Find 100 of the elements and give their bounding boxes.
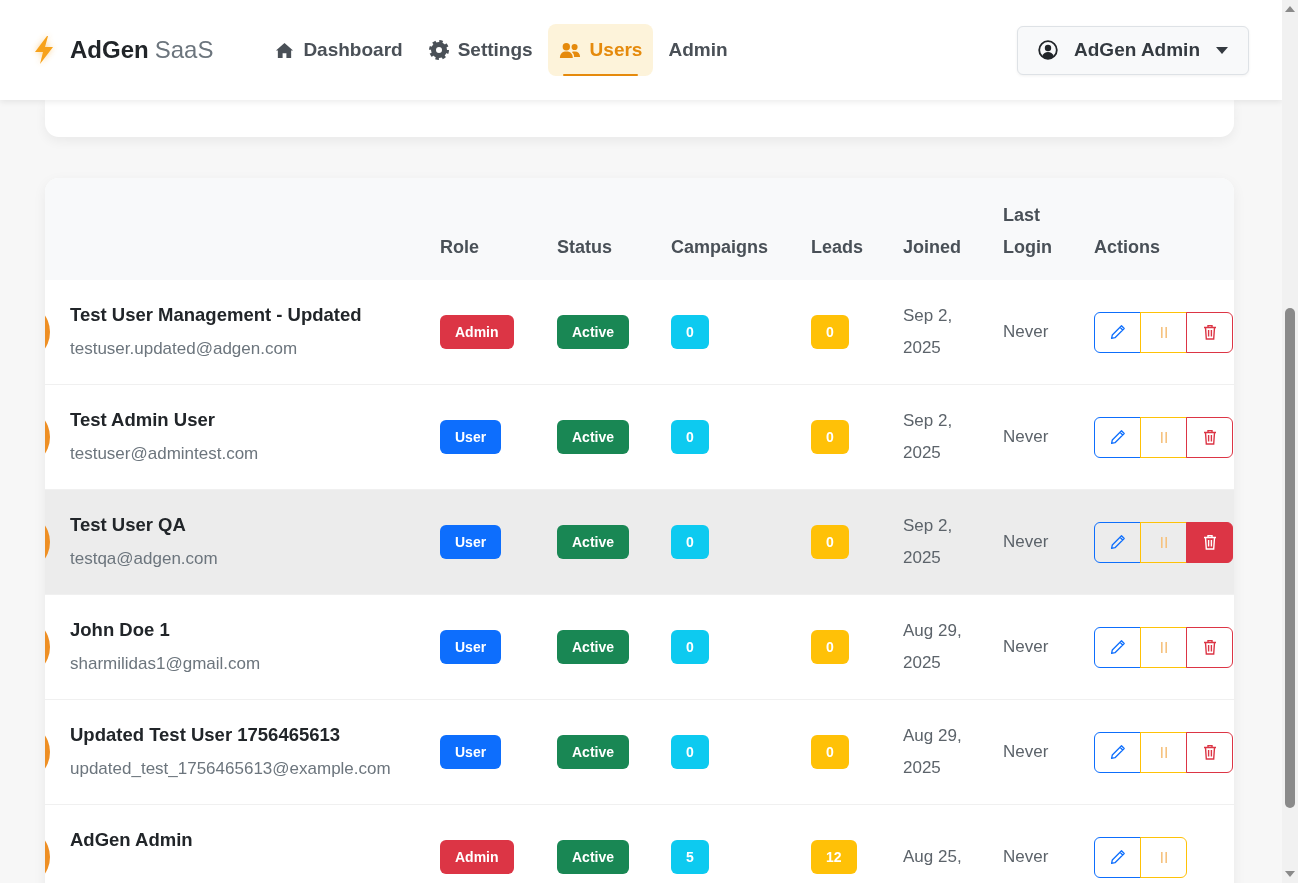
user-name: Test Admin User (70, 408, 216, 432)
scroll-up-arrow-icon[interactable] (1285, 6, 1295, 12)
nav-link[interactable]: Admin (657, 24, 739, 76)
column-header: Campaigns (670, 236, 770, 259)
scroll-down-arrow-icon[interactable] (1285, 871, 1295, 877)
pencil-icon (1109, 534, 1126, 550)
pause-button[interactable] (1140, 731, 1187, 773)
pause-icon (1160, 536, 1167, 548)
pause-icon (1160, 641, 1167, 653)
user-email: sharmilidas1@gmail.com (70, 653, 261, 675)
last-login-text: Never (1003, 637, 1049, 656)
delete-button[interactable] (1186, 521, 1233, 563)
role-badge: User (440, 735, 502, 769)
leads-count-badge: 0 (811, 315, 849, 349)
user-name: Test User QA (70, 513, 187, 537)
pencil-icon (1109, 849, 1126, 865)
caret-icon (1216, 46, 1228, 54)
user-email: updated_test_1756465613@example.com (70, 758, 391, 780)
leads-count-badge: 0 (811, 630, 849, 664)
status-badge: Active (557, 525, 630, 559)
nav-link[interactable]: Dashboard (264, 24, 414, 76)
edit-button[interactable] (1094, 311, 1141, 353)
column-header: Last Login (1002, 204, 1053, 259)
campaigns-count-badge: 5 (671, 840, 709, 874)
pause-icon (1160, 851, 1167, 863)
leads-count-badge: 0 (811, 735, 849, 769)
user-email: testqa@adgen.com (70, 548, 218, 570)
brand-suffix[interactable]: SaaS (154, 36, 214, 64)
joined-date: Sep 2, 2025 (903, 306, 953, 357)
joined-date: Aug 25, (903, 847, 962, 866)
user-circle-icon (1038, 40, 1059, 60)
pause-icon (1160, 746, 1167, 758)
user-menu-button[interactable]: AdGen Admin (1017, 25, 1249, 75)
role-badge: User (440, 420, 502, 454)
delete-button[interactable] (1186, 416, 1233, 458)
pause-icon (1160, 326, 1167, 338)
user-name: John Doe 1 (70, 618, 171, 642)
trash-icon (1202, 534, 1217, 550)
status-badge: Active (557, 315, 630, 349)
column-header: Actions (1093, 236, 1161, 259)
pencil-icon (1109, 639, 1126, 655)
user-email: testuser.updated@adgen.com (70, 338, 299, 360)
lightning-bolt-icon (33, 35, 55, 65)
pause-button[interactable] (1140, 626, 1187, 668)
joined-date: Sep 2, 2025 (903, 516, 953, 567)
role-badge: User (440, 630, 502, 664)
last-login-text: Never (1003, 742, 1049, 761)
pencil-icon (1109, 429, 1126, 445)
avatar-icon (45, 420, 50, 454)
last-login-text: Never (1003, 427, 1049, 446)
status-badge: Active (557, 840, 630, 874)
user-email: testuser@admintest.com (70, 443, 259, 465)
avatar-icon (45, 630, 50, 664)
pause-button[interactable] (1140, 416, 1187, 458)
user-name: AdGen Admin (70, 828, 193, 852)
status-badge: Active (557, 420, 630, 454)
joined-date: Sep 2, 2025 (903, 411, 953, 462)
people-icon (558, 41, 581, 59)
delete-button[interactable] (1186, 731, 1233, 773)
leads-count-badge: 12 (811, 840, 857, 874)
scrollbar-thumb[interactable] (1285, 308, 1295, 808)
column-header: Joined (902, 236, 962, 259)
campaigns-count-badge: 0 (671, 735, 709, 769)
user-name: Test User Management - Updated (70, 303, 362, 327)
avatar-icon (45, 840, 50, 874)
leads-count-badge: 0 (811, 420, 849, 454)
joined-date: Aug 29, 2025 (903, 621, 962, 672)
brand-name[interactable]: AdGen (70, 36, 149, 64)
joined-date: Aug 29, 2025 (903, 726, 962, 777)
edit-button[interactable] (1094, 521, 1141, 563)
last-login-text: Never (1003, 847, 1049, 866)
column-header: Status (556, 236, 613, 259)
avatar-icon (45, 735, 50, 769)
leads-count-badge: 0 (811, 525, 849, 559)
delete-button[interactable] (1186, 626, 1233, 668)
role-badge: Admin (440, 840, 514, 874)
trash-icon (1202, 324, 1217, 340)
nav-link[interactable]: Settings (417, 24, 544, 76)
role-badge: Admin (440, 315, 514, 349)
settings-icon (428, 40, 449, 60)
status-badge: Active (557, 630, 630, 664)
pause-icon (1160, 431, 1167, 443)
pause-button[interactable] (1140, 311, 1187, 353)
campaigns-count-badge: 0 (671, 630, 709, 664)
edit-button[interactable] (1094, 836, 1141, 878)
pencil-icon (1109, 744, 1126, 760)
edit-button[interactable] (1094, 416, 1141, 458)
trash-icon (1202, 744, 1217, 760)
edit-button[interactable] (1094, 626, 1141, 668)
campaigns-count-badge: 0 (671, 525, 709, 559)
role-badge: User (440, 525, 502, 559)
edit-button[interactable] (1094, 731, 1141, 773)
trash-icon (1202, 429, 1217, 445)
status-badge: Active (557, 735, 630, 769)
user-name: Updated Test User 1756465613 (70, 723, 342, 747)
delete-button[interactable] (1186, 311, 1233, 353)
last-login-text: Never (1003, 532, 1049, 551)
house-icon (275, 41, 295, 59)
avatar-icon (45, 525, 50, 559)
campaigns-count-badge: 0 (671, 315, 709, 349)
